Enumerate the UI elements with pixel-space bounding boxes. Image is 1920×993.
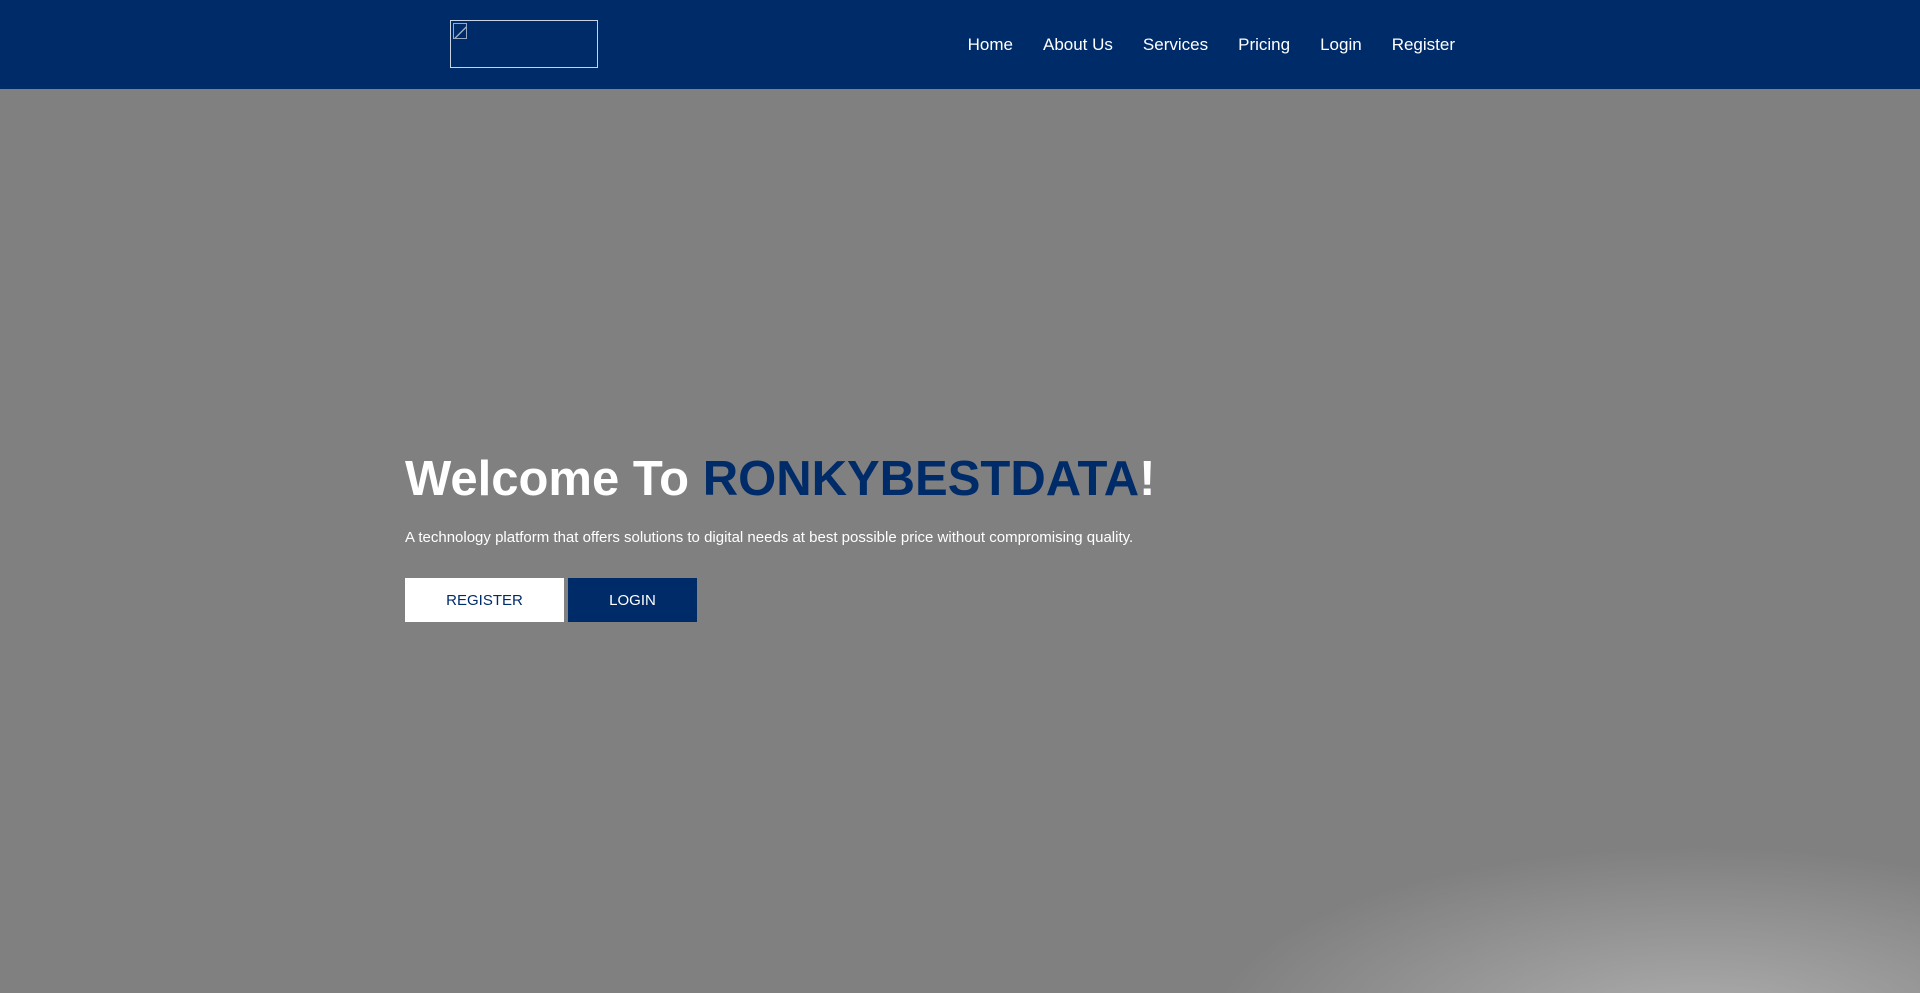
hero-section: Welcome To RONKYBESTDATA! A technology p… [0,89,1920,993]
nav-link-login[interactable]: Login [1320,35,1362,55]
nav-link-home[interactable]: Home [968,35,1013,55]
register-button[interactable]: REGISTER [405,578,564,622]
broken-image-icon [453,23,467,39]
hero-title-brand: RONKYBESTDATA [702,452,1140,506]
hero-content: Welcome To RONKYBESTDATA! A technology p… [405,451,1155,622]
hero-title: Welcome To RONKYBESTDATA! [405,451,1155,507]
nav-link-pricing[interactable]: Pricing [1238,35,1290,55]
navbar: Home About Us Services Pricing Login Reg… [0,0,1920,89]
nav-menu: Home About Us Services Pricing Login Reg… [938,0,1455,89]
hero-buttons: REGISTER LOGIN [405,578,1155,622]
nav-link-services[interactable]: Services [1143,35,1208,55]
hero-subtitle: A technology platform that offers soluti… [405,529,1134,546]
hero-title-suffix: ! [1139,452,1156,506]
hero-title-prefix: Welcome To [405,452,703,506]
nav-link-about-us[interactable]: About Us [1043,35,1113,55]
login-button[interactable]: LOGIN [568,578,697,622]
nav-link-register[interactable]: Register [1392,35,1455,55]
logo-link[interactable] [450,20,598,68]
